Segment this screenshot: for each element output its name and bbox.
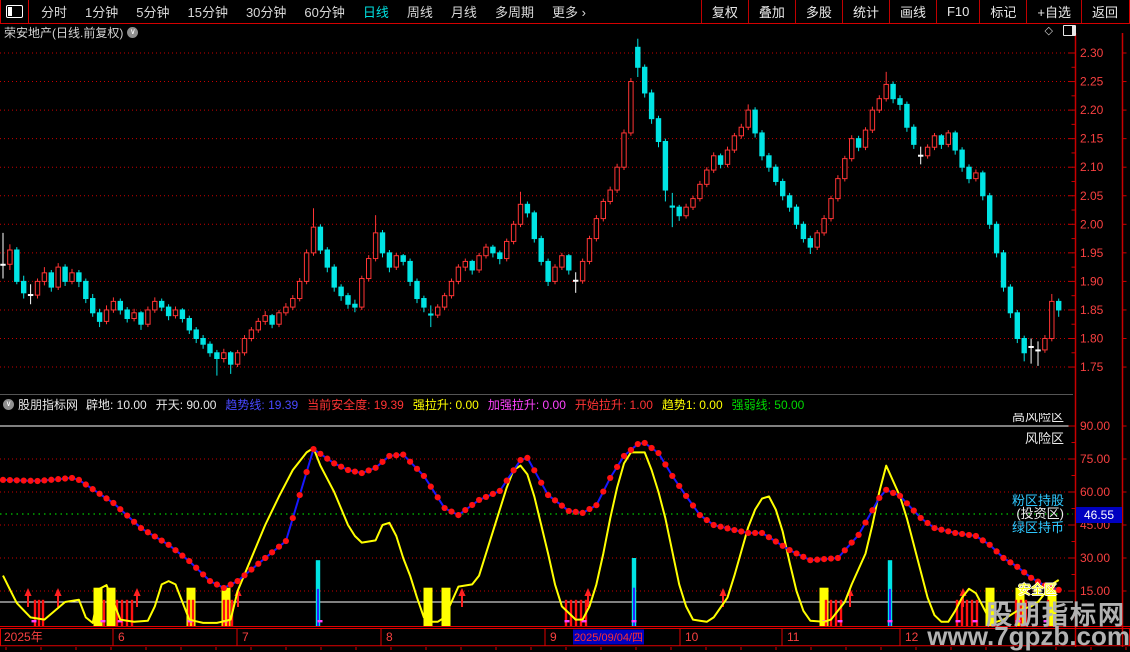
indicator-value: 当前安全度: 19.39	[307, 397, 404, 412]
period-tabs: 分时 1分钟 5分钟 15分钟 30分钟 60分钟 日线 周线 月线 多周期 更多 ›	[32, 2, 595, 21]
title-row-icons: ◇	[1045, 24, 1076, 37]
indicator-value: 强拉升: 0.00	[412, 397, 479, 412]
split-panel-icon	[6, 5, 23, 18]
indicator-value: 趋势1: 0.00	[661, 397, 723, 412]
svg-text:10: 10	[685, 630, 699, 644]
toolbar-button[interactable]: 多股	[794, 0, 842, 23]
svg-text:1.90: 1.90	[1080, 274, 1104, 288]
layout-button[interactable]	[1, 0, 29, 23]
indicator-value: 强弱线: 50.00	[731, 397, 805, 412]
svg-text:2.20: 2.20	[1080, 103, 1104, 117]
svg-text:2.15: 2.15	[1080, 132, 1104, 146]
svg-text:1.95: 1.95	[1080, 246, 1104, 260]
indicator-value: 趋势线: 19.39	[225, 397, 299, 412]
toolbar-right-menu: 复权 叠加 多股 统计 画线 F10 标记 +自选 返回	[700, 0, 1128, 23]
toolbar-button[interactable]: F10	[935, 0, 979, 23]
top-toolbar: 分时 1分钟 5分钟 15分钟 30分钟 60分钟 日线 周线 月线 多周期 更多 › 复权 叠加 多股…	[0, 0, 1130, 24]
svg-text:6: 6	[118, 630, 125, 644]
svg-text:2.30: 2.30	[1080, 46, 1104, 60]
title-text: 荣安地产(日线.前复权)	[4, 26, 124, 40]
period-tab[interactable]: 更多 ›	[543, 2, 595, 21]
svg-text:1.85: 1.85	[1080, 303, 1104, 317]
svg-text:30.00: 30.00	[1080, 551, 1110, 565]
period-tab[interactable]: 分时	[32, 2, 76, 21]
main-chart[interactable]: 2.30 2.25 2.20 2.15 2.10 2.05 2.00 1.95 1.90 1.85…	[0, 0, 1130, 650]
period-tab[interactable]: 多周期	[486, 2, 543, 21]
svg-text:90.00: 90.00	[1080, 419, 1110, 433]
toolbar-button[interactable]: 标记	[979, 0, 1026, 23]
zone-label-green-cash: 绿区持币	[1011, 520, 1064, 535]
chart-title: 荣安地产(日线.前复权) ∨	[4, 24, 139, 41]
indicator-header: ∨ 股朋指标网 辟地: 10.00 开天: 90.00 趋势线: 19.39 当前安全…	[0, 394, 1073, 413]
indicator-values: 辟地: 10.00 开天: 90.00 趋势线: 19.39 当前安全度: 19.39…	[86, 396, 813, 413]
indicator-value: 开始拉升: 1.00	[574, 397, 653, 412]
svg-text:2.25: 2.25	[1080, 75, 1104, 89]
indicator-value: 开天: 90.00	[155, 397, 217, 412]
indicator-value: 辟地: 10.00	[86, 397, 147, 412]
svg-text:7: 7	[242, 630, 249, 644]
blue-safety-line	[2, 441, 1060, 591]
svg-text:60.00: 60.00	[1080, 485, 1110, 499]
toolbar-button[interactable]: 统计	[841, 0, 889, 23]
period-tab[interactable]: 周线	[398, 2, 442, 21]
candles	[0, 38, 1062, 376]
watermark-url: www.7gpzb.com	[927, 621, 1130, 651]
svg-text:2.05: 2.05	[1080, 189, 1104, 203]
collapse-icon[interactable]: ∨	[3, 398, 14, 410]
period-tab[interactable]: 60分钟	[295, 2, 353, 21]
svg-text:1.80: 1.80	[1080, 332, 1104, 346]
period-tab[interactable]: 15分钟	[178, 2, 236, 21]
svg-text:11: 11	[787, 630, 800, 644]
svg-text:2.10: 2.10	[1080, 160, 1104, 174]
toolbar-button[interactable]: 返回	[1080, 0, 1128, 23]
toolbar-button[interactable]: +自选	[1026, 0, 1081, 23]
toolbar-button[interactable]: 画线	[888, 0, 936, 23]
period-tab[interactable]: 月线	[442, 2, 486, 21]
svg-text:8: 8	[386, 630, 393, 644]
chevron-down-icon[interactable]: ∨	[127, 27, 139, 38]
svg-text:12: 12	[905, 630, 919, 644]
yellow-trend-line	[2, 447, 1060, 624]
period-tab[interactable]: 1分钟	[76, 2, 127, 21]
period-tab[interactable]: 日线	[354, 2, 398, 21]
svg-text:1.75: 1.75	[1080, 360, 1104, 374]
svg-text:2025年: 2025年	[4, 630, 43, 644]
svg-text:9: 9	[550, 630, 557, 644]
period-tab[interactable]: 30分钟	[237, 2, 295, 21]
current-value-badge: 46.55	[1076, 507, 1122, 523]
indicator-source: 股朋指标网	[18, 397, 79, 412]
indicator-value: 加强拉升: 0.00	[487, 397, 566, 412]
diamond-icon[interactable]: ◇	[1045, 24, 1053, 37]
svg-text:75.00: 75.00	[1080, 452, 1110, 466]
toolbar-button[interactable]: 叠加	[747, 0, 795, 23]
zone-label-risk: 风险区	[1024, 431, 1064, 446]
period-tab[interactable]: 5分钟	[127, 2, 178, 21]
svg-text:2025/09/04/四: 2025/09/04/四	[574, 632, 643, 644]
toolbar-button[interactable]: 复权	[700, 0, 748, 23]
svg-text:2.00: 2.00	[1080, 217, 1104, 231]
panel-icon[interactable]	[1063, 25, 1076, 36]
